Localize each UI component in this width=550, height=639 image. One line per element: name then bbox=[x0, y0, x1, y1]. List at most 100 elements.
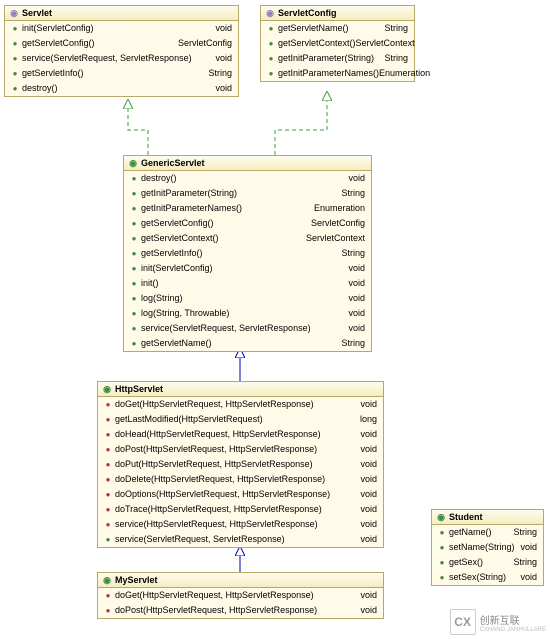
method-return-type: void bbox=[360, 533, 377, 546]
method-signature: log(String, Throwable) bbox=[141, 307, 229, 320]
method-row: ●log(String, Throwable)void bbox=[124, 306, 371, 321]
method-return-type: void bbox=[360, 604, 377, 617]
method-return-type: void bbox=[348, 322, 365, 335]
public-method-icon: ● bbox=[130, 175, 138, 183]
method-signature: getLastModified(HttpServletRequest) bbox=[115, 413, 263, 426]
method-signature: init() bbox=[141, 277, 159, 290]
method-return-type: String bbox=[513, 556, 537, 569]
class-servlet: ◉ Servlet ●init(ServletConfig)void●getSe… bbox=[4, 5, 239, 97]
method-list: ●init(ServletConfig)void●getServletConfi… bbox=[5, 21, 238, 96]
public-method-icon: ● bbox=[130, 190, 138, 198]
class-myservlet: ◉ MyServlet ●doGet(HttpServletRequest, H… bbox=[97, 572, 384, 619]
method-signature: getServletName() bbox=[278, 22, 349, 35]
method-signature: service(ServletRequest, ServletResponse) bbox=[115, 533, 285, 546]
class-student: ◉ Student ●getName()String●setName(Strin… bbox=[431, 509, 544, 586]
method-row: ●getServletInfo()String bbox=[124, 246, 371, 261]
method-row: ●doPut(HttpServletRequest, HttpServletRe… bbox=[98, 457, 383, 472]
public-method-icon: ● bbox=[267, 70, 275, 78]
method-signature: setName(String) bbox=[449, 541, 515, 554]
method-row: ●doGet(HttpServletRequest, HttpServletRe… bbox=[98, 397, 383, 412]
method-return-type: String bbox=[341, 247, 365, 260]
method-return-type: ServletContext bbox=[356, 37, 415, 50]
protected-method-icon: ● bbox=[104, 461, 112, 469]
method-return-type: String bbox=[384, 52, 408, 65]
method-return-type: ServletContext bbox=[306, 232, 365, 245]
method-signature: getInitParameter(String) bbox=[141, 187, 237, 200]
public-method-icon: ● bbox=[267, 55, 275, 63]
method-row: ●doDelete(HttpServletRequest, HttpServle… bbox=[98, 472, 383, 487]
method-row: ●getInitParameterNames()Enumeration bbox=[124, 201, 371, 216]
public-method-icon: ● bbox=[438, 529, 446, 537]
method-row: ●getServletInfo() String bbox=[5, 66, 238, 81]
method-row: ●getInitParameterNames()Enumeration bbox=[261, 66, 414, 81]
watermark: CX 创新互联 CXHANG JANHULLARE bbox=[450, 609, 546, 635]
method-return-type: void bbox=[360, 503, 377, 516]
class-title: MyServlet bbox=[115, 575, 158, 585]
method-signature: getServletInfo() bbox=[22, 67, 84, 80]
public-method-icon: ● bbox=[267, 25, 275, 33]
method-row: ●destroy()void bbox=[124, 171, 371, 186]
method-return-type: void bbox=[215, 82, 232, 95]
method-row: ●getServletName()String bbox=[124, 336, 371, 351]
method-return-type: ServletConfig bbox=[178, 37, 232, 50]
method-return-type: void bbox=[215, 22, 232, 35]
method-signature: getSex() bbox=[449, 556, 483, 569]
method-signature: service(ServletRequest, ServletResponse) bbox=[141, 322, 311, 335]
public-method-icon: ● bbox=[104, 536, 112, 544]
method-return-type: String bbox=[208, 67, 232, 80]
method-return-type: void bbox=[360, 473, 377, 486]
method-signature: doGet(HttpServletRequest, HttpServletRes… bbox=[115, 398, 314, 411]
method-row: ●getInitParameter(String) String bbox=[261, 51, 414, 66]
method-signature: getInitParameter(String) bbox=[278, 52, 374, 65]
method-row: ●doHead(HttpServletRequest, HttpServletR… bbox=[98, 427, 383, 442]
protected-method-icon: ● bbox=[104, 431, 112, 439]
class-icon: ◉ bbox=[102, 575, 112, 585]
method-row: ●init()void bbox=[124, 276, 371, 291]
method-signature: getServletContext() bbox=[141, 232, 219, 245]
protected-method-icon: ● bbox=[104, 607, 112, 615]
method-row: ●doTrace(HttpServletRequest, HttpServlet… bbox=[98, 502, 383, 517]
method-signature: getServletContext() bbox=[278, 37, 356, 50]
interface-icon: ◉ bbox=[9, 8, 19, 18]
method-return-type: void bbox=[360, 518, 377, 531]
watermark-text: 创新互联 bbox=[480, 612, 546, 627]
protected-method-icon: ● bbox=[104, 592, 112, 600]
method-row: ●init(ServletConfig)void bbox=[5, 21, 238, 36]
public-method-icon: ● bbox=[130, 280, 138, 288]
method-row: ●getServletContext()ServletContext bbox=[261, 36, 414, 51]
method-return-type: Enumeration bbox=[314, 202, 365, 215]
method-list: ●destroy()void●getInitParameter(String)S… bbox=[124, 171, 371, 351]
class-title: ServletConfig bbox=[278, 8, 337, 18]
method-signature: doPost(HttpServletRequest, HttpServletRe… bbox=[115, 604, 317, 617]
public-method-icon: ● bbox=[130, 220, 138, 228]
method-return-type: void bbox=[215, 52, 232, 65]
method-signature: getInitParameterNames() bbox=[141, 202, 242, 215]
method-signature: service(HttpServletRequest, HttpServletR… bbox=[115, 518, 318, 531]
method-row: ●doPost(HttpServletRequest, HttpServletR… bbox=[98, 442, 383, 457]
protected-method-icon: ● bbox=[104, 506, 112, 514]
public-method-icon: ● bbox=[130, 310, 138, 318]
method-row: ●service(HttpServletRequest, HttpServlet… bbox=[98, 517, 383, 532]
class-httpservlet: ◉ HttpServlet ●doGet(HttpServletRequest,… bbox=[97, 381, 384, 548]
public-method-icon: ● bbox=[11, 40, 19, 48]
method-row: ●setSex(String)void bbox=[432, 570, 543, 585]
method-signature: getInitParameterNames() bbox=[278, 67, 379, 80]
method-row: ●getServletConfig()ServletConfig bbox=[124, 216, 371, 231]
class-title: Student bbox=[449, 512, 483, 522]
public-method-icon: ● bbox=[130, 235, 138, 243]
public-method-icon: ● bbox=[11, 70, 19, 78]
method-return-type: void bbox=[360, 458, 377, 471]
method-return-type: Enumeration bbox=[379, 67, 430, 80]
method-signature: setSex(String) bbox=[449, 571, 506, 584]
method-row: ●getInitParameter(String)String bbox=[124, 186, 371, 201]
public-method-icon: ● bbox=[267, 40, 275, 48]
method-signature: getServletName() bbox=[141, 337, 212, 350]
method-row: ●doOptions(HttpServletRequest, HttpServl… bbox=[98, 487, 383, 502]
method-return-type: void bbox=[348, 172, 365, 185]
public-method-icon: ● bbox=[130, 265, 138, 273]
method-return-type: void bbox=[348, 262, 365, 275]
method-signature: getServletConfig() bbox=[22, 37, 95, 50]
method-signature: destroy() bbox=[22, 82, 58, 95]
public-method-icon: ● bbox=[130, 340, 138, 348]
class-servletconfig: ◉ ServletConfig ●getServletName()String●… bbox=[260, 5, 415, 82]
